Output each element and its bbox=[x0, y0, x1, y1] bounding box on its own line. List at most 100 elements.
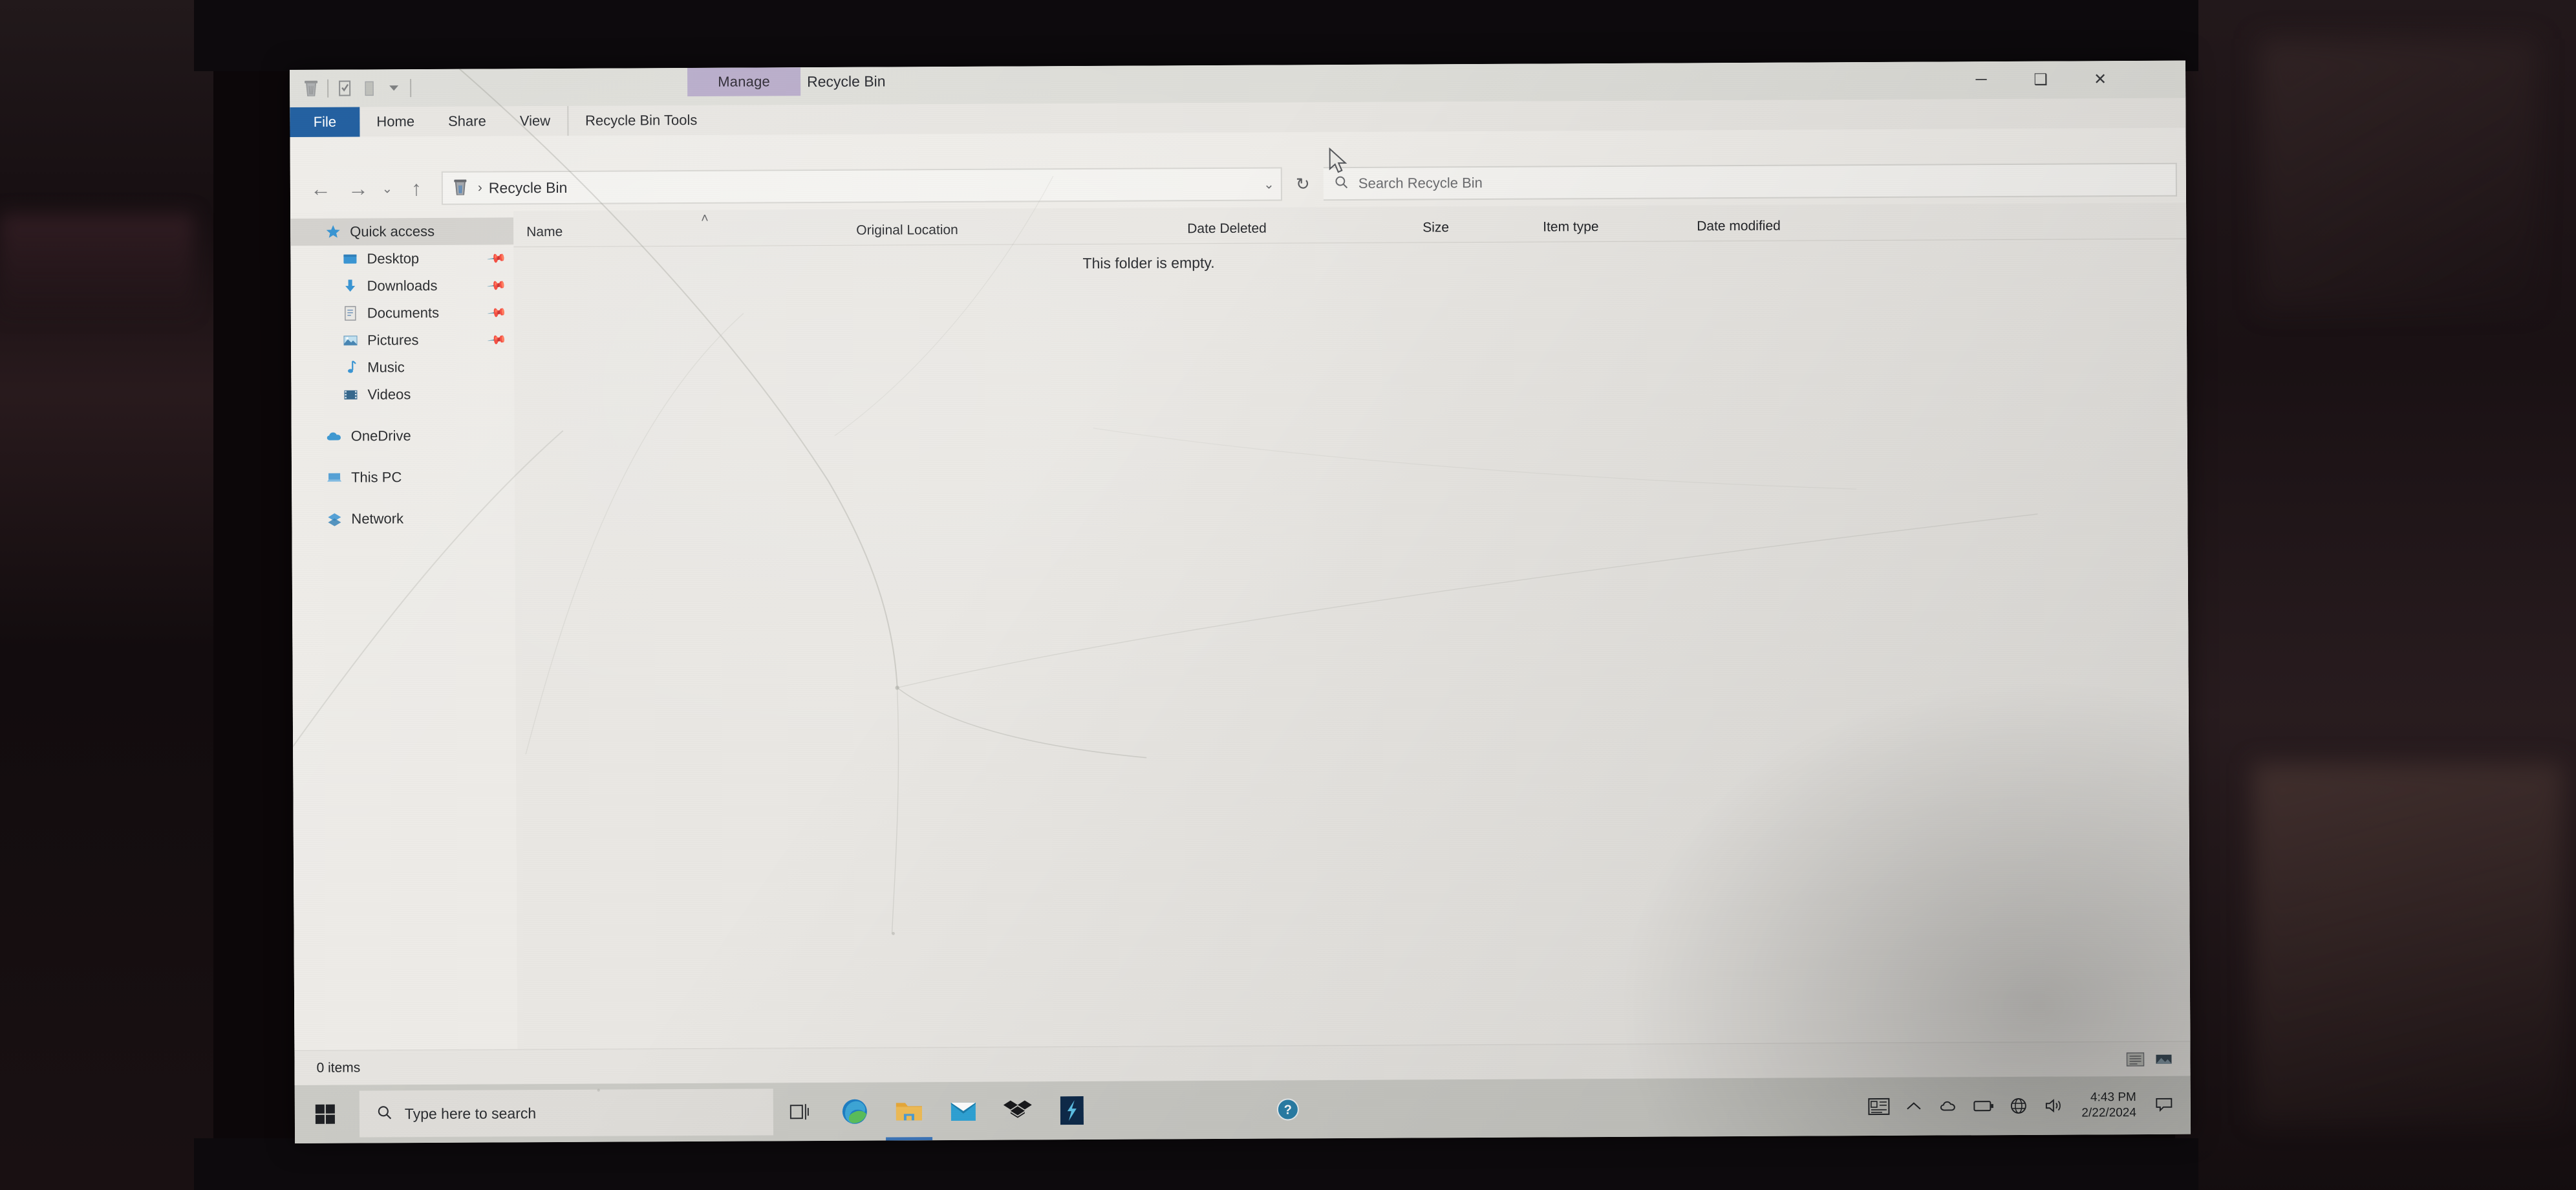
desktop-icon bbox=[341, 250, 359, 268]
column-header-original-location[interactable]: Original Location bbox=[856, 222, 958, 239]
network-icon bbox=[325, 510, 343, 528]
ambient-right-object bbox=[2253, 763, 2563, 1125]
notification-center-icon[interactable] bbox=[2147, 1076, 2182, 1134]
tab-file[interactable]: File bbox=[290, 107, 360, 137]
breadcrumb-current-path[interactable]: Recycle Bin bbox=[489, 178, 568, 197]
sidebar-item-label: OneDrive bbox=[350, 427, 411, 444]
details-view-button[interactable] bbox=[2124, 1049, 2146, 1068]
sidebar-item-label: This PC bbox=[351, 469, 402, 486]
monitor-icon bbox=[325, 469, 343, 487]
sort-ascending-indicator: ˄ bbox=[701, 211, 709, 226]
file-explorer-icon[interactable] bbox=[882, 1082, 936, 1140]
video-icon bbox=[341, 385, 360, 404]
sidebar-item-onedrive[interactable]: OneDrive bbox=[292, 422, 515, 450]
main-content-area: Quick access Desktop 📌 Downloads 📌 Docum… bbox=[290, 202, 2191, 1050]
empty-recycle-bin-icon[interactable] bbox=[357, 74, 381, 102]
news-and-interests-icon[interactable] bbox=[1862, 1077, 1896, 1136]
laptop-bezel-bottom bbox=[194, 1138, 2198, 1190]
sidebar-item-this-pc[interactable]: This PC bbox=[292, 463, 515, 492]
column-header-date-deleted[interactable]: Date Deleted bbox=[1187, 221, 1267, 237]
app-icon[interactable] bbox=[1045, 1081, 1099, 1140]
taskbar-clock[interactable]: 4:43 PM 2/22/2024 bbox=[2071, 1076, 2147, 1135]
microsoft-edge-icon[interactable] bbox=[828, 1083, 882, 1141]
recycle-bin-icon[interactable] bbox=[299, 75, 323, 102]
network-icon[interactable] bbox=[2001, 1077, 2036, 1135]
up-button[interactable]: ↑ bbox=[398, 169, 435, 207]
close-button[interactable]: ✕ bbox=[2070, 61, 2130, 97]
sidebar-item-music[interactable]: Music bbox=[291, 353, 514, 382]
column-header-row: ˄ Name Original Location Date Deleted Si… bbox=[513, 202, 2187, 248]
address-dropdown-chevron-icon[interactable]: ⌄ bbox=[1263, 176, 1274, 192]
contextual-tab-group-label: Manage bbox=[687, 67, 801, 96]
tab-view[interactable]: View bbox=[503, 106, 568, 136]
column-header-date-modified[interactable]: Date modified bbox=[1697, 219, 1781, 235]
taskbar: Type here to search ? 4:43 PM 2/22/2024 bbox=[294, 1076, 2191, 1143]
sidebar-item-downloads[interactable]: Downloads 📌 bbox=[291, 272, 514, 300]
ambient-left-highlight bbox=[0, 213, 194, 317]
customize-chevron-icon[interactable] bbox=[381, 74, 406, 102]
maximize-button[interactable]: ❑ bbox=[2011, 61, 2070, 98]
toolbar-separator-2 bbox=[410, 79, 412, 98]
empty-folder-message: This folder is empty. bbox=[1082, 254, 1215, 272]
search-box[interactable]: Search Recycle Bin bbox=[1323, 162, 2177, 201]
dropbox-icon[interactable] bbox=[991, 1081, 1045, 1140]
taskbar-search-placeholder: Type here to search bbox=[404, 1104, 537, 1122]
search-placeholder: Search Recycle Bin bbox=[1358, 174, 1483, 191]
sidebar-item-label: Music bbox=[367, 359, 405, 376]
properties-icon[interactable] bbox=[332, 74, 357, 102]
pin-icon[interactable]: 📌 bbox=[486, 275, 508, 296]
column-header-item-type[interactable]: Item type bbox=[1543, 219, 1598, 235]
address-bar-breadcrumb[interactable]: › Recycle Bin ⌄ bbox=[441, 167, 1283, 205]
onedrive-tray-icon[interactable] bbox=[1931, 1077, 1966, 1135]
file-list-pane: ˄ Name Original Location Date Deleted Si… bbox=[513, 202, 2191, 1050]
pin-icon[interactable]: 📌 bbox=[486, 302, 508, 323]
sidebar-item-documents[interactable]: Documents 📌 bbox=[291, 299, 514, 327]
recycle-bin-icon-small bbox=[452, 178, 471, 198]
taskbar-search-box[interactable]: Type here to search bbox=[359, 1088, 774, 1138]
sidebar-item-videos[interactable]: Videos bbox=[291, 380, 514, 409]
ambient-left-background bbox=[0, 0, 213, 1190]
ambient-right-background bbox=[2175, 0, 2576, 1190]
large-icons-view-button[interactable] bbox=[2152, 1049, 2174, 1068]
svg-text:?: ? bbox=[1284, 1103, 1292, 1117]
mouse-cursor bbox=[1329, 147, 1347, 173]
help-icon[interactable]: ? bbox=[1261, 1080, 1315, 1138]
volume-icon[interactable] bbox=[2036, 1077, 2071, 1135]
tab-share[interactable]: Share bbox=[431, 106, 503, 136]
sidebar-item-desktop[interactable]: Desktop 📌 bbox=[290, 244, 513, 273]
minimize-button[interactable]: ─ bbox=[1951, 61, 2011, 98]
sidebar-item-pictures[interactable]: Pictures 📌 bbox=[291, 326, 514, 354]
search-icon bbox=[376, 1104, 393, 1124]
view-toggle-buttons bbox=[2124, 1049, 2174, 1068]
cloud-icon bbox=[325, 427, 343, 446]
sidebar-item-network[interactable]: Network bbox=[292, 504, 515, 533]
toolbar-separator bbox=[327, 79, 329, 98]
sidebar-item-quick-access[interactable]: Quick access bbox=[290, 217, 514, 246]
recent-locations-chevron-icon[interactable]: ⌄ bbox=[377, 169, 398, 207]
refresh-button[interactable]: ↻ bbox=[1282, 167, 1324, 200]
column-header-name[interactable]: Name bbox=[526, 224, 563, 240]
sidebar-item-label: Quick access bbox=[350, 222, 435, 240]
show-hidden-icons-chevron[interactable] bbox=[1896, 1077, 1931, 1136]
document-icon bbox=[341, 304, 360, 322]
column-header-size[interactable]: Size bbox=[1422, 220, 1449, 235]
sidebar-item-label: Documents bbox=[367, 304, 440, 321]
clock-date: 2/22/2024 bbox=[2081, 1106, 2136, 1120]
tab-home[interactable]: Home bbox=[360, 107, 431, 137]
laptop-screen: Manage Recycle Bin ─ ❑ ✕ ⌄ ? File Home S… bbox=[290, 60, 2191, 1143]
pin-icon[interactable]: 📌 bbox=[486, 248, 508, 269]
sidebar-item-label: Downloads bbox=[367, 277, 438, 294]
task-view-icon[interactable] bbox=[773, 1083, 828, 1141]
tab-recycle-bin-tools[interactable]: Recycle Bin Tools bbox=[566, 105, 714, 136]
mail-icon[interactable] bbox=[936, 1082, 991, 1140]
star-pin-icon bbox=[324, 223, 342, 241]
sidebar-item-label: Network bbox=[351, 510, 404, 527]
laptop-bezel-top bbox=[194, 0, 2198, 71]
start-button[interactable] bbox=[295, 1085, 356, 1143]
laptop-screen-photo: Manage Recycle Bin ─ ❑ ✕ ⌄ ? File Home S… bbox=[0, 0, 2576, 1190]
pin-icon[interactable]: 📌 bbox=[487, 329, 508, 351]
back-button[interactable]: ← bbox=[302, 170, 339, 208]
forward-button[interactable]: → bbox=[339, 169, 377, 207]
battery-icon[interactable] bbox=[1966, 1077, 2001, 1135]
sidebar-item-label: Pictures bbox=[367, 332, 419, 349]
